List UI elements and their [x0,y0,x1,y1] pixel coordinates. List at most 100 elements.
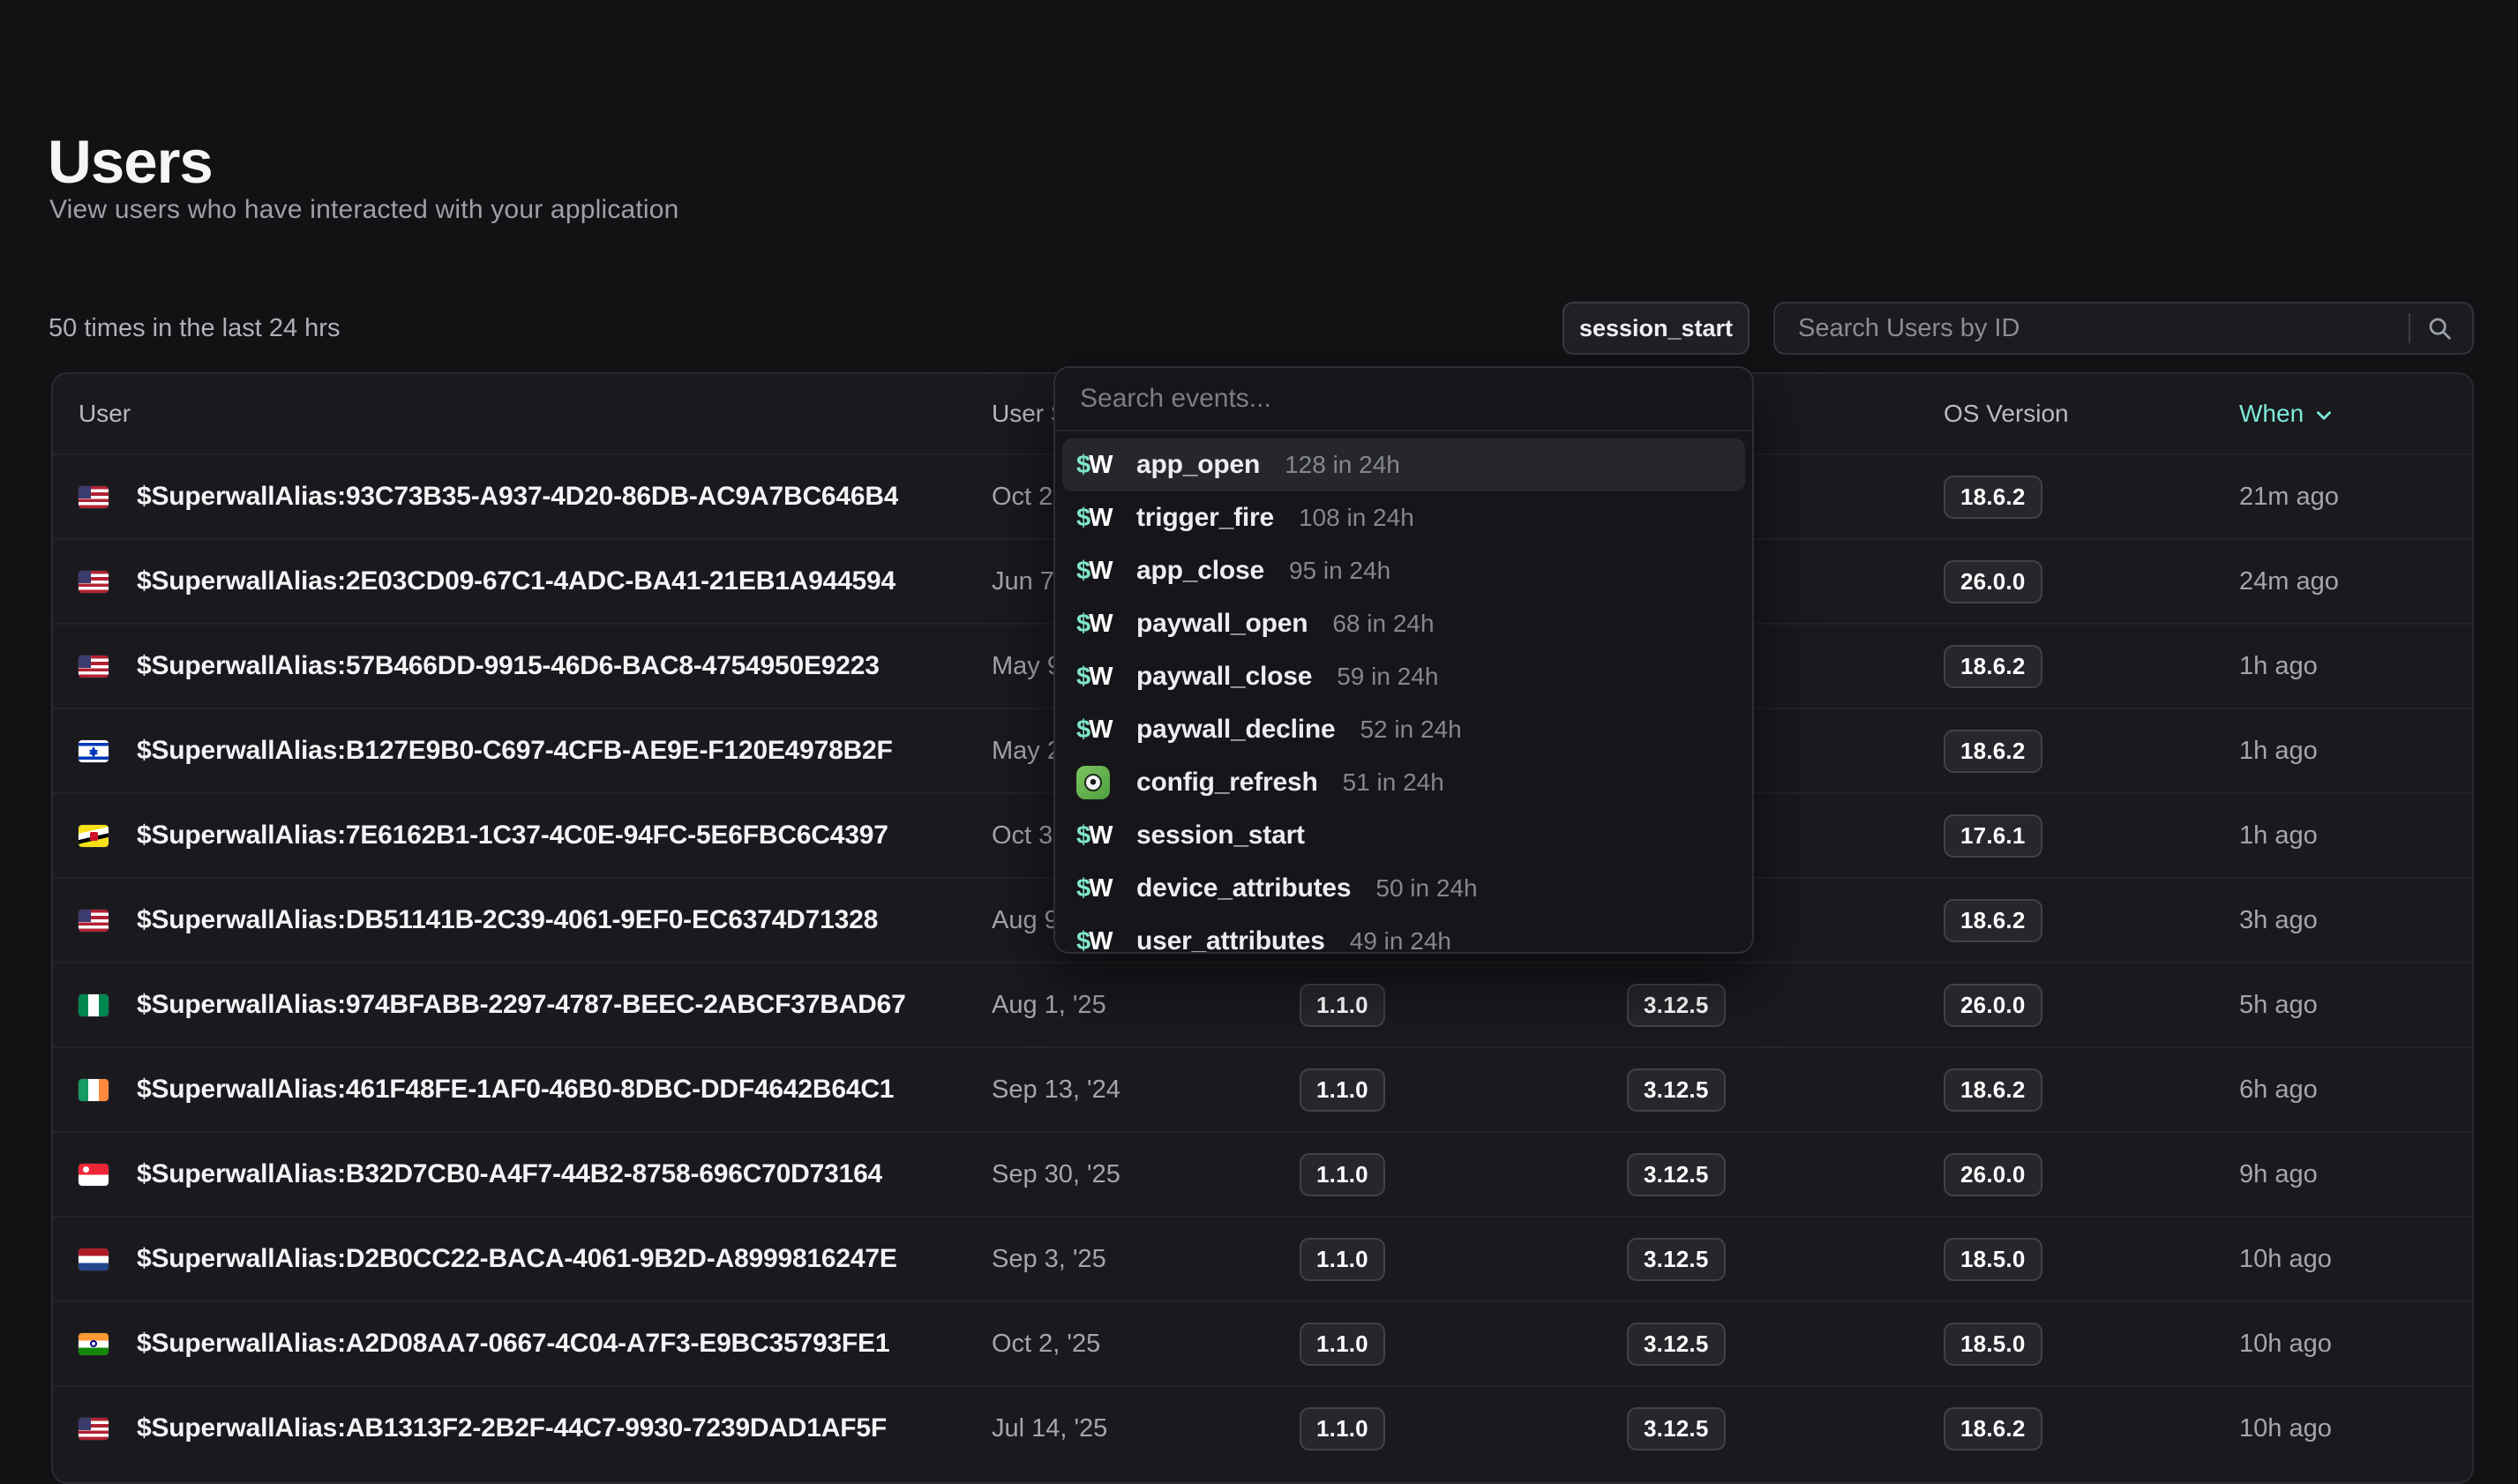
user-id: $SuperwallAlias:B32D7CB0-A4F7-44B2-8758-… [137,1159,882,1189]
event-count: 49 in 24h [1350,927,1451,954]
event-name: session_start [1136,821,1305,851]
app-logo-icon [1076,766,1115,799]
user-since: Oct 2, '25 [992,1330,1300,1359]
table-row[interactable]: $SuperwallAlias:974BFABB-2297-4787-BEEC-… [53,962,2472,1046]
os-version-badge: 26.0.0 [1944,560,2042,603]
page-title: Users [48,129,213,196]
event-option-user-attributes[interactable]: user_attributes 49 in 24h [1062,915,1745,954]
chevron-down-icon [2312,404,2335,427]
country-flag-icon [79,740,109,762]
event-count: 68 in 24h [1332,610,1434,638]
header-when-sort[interactable]: When [2239,400,2447,428]
user-id: $SuperwallAlias:93C73B35-A937-4D20-86DB-… [137,482,898,512]
superwall-event-icon [1076,557,1115,586]
user-since: Sep 13, '24 [992,1076,1300,1105]
os-version-badge: 18.5.0 [1944,1238,2042,1281]
event-name: app_close [1136,556,1264,586]
last-seen: 3h ago [2239,906,2447,935]
country-flag-icon [79,1079,109,1101]
event-count: 128 in 24h [1285,451,1400,479]
os-version-badge: 18.6.2 [1944,645,2042,688]
event-name: paywall_close [1136,662,1312,692]
user-id: $SuperwallAlias:A2D08AA7-0667-4C04-A7F3-… [137,1329,889,1359]
table-row[interactable]: $SuperwallAlias:B32D7CB0-A4F7-44B2-8758-… [53,1131,2472,1216]
country-flag-icon [79,1333,109,1355]
event-option-session-start[interactable]: session_start [1062,809,1745,862]
event-count: 95 in 24h [1289,557,1390,585]
superwall-event-icon [1076,504,1115,533]
sdk-version-badge: 3.12.5 [1627,1323,1726,1366]
os-version-badge: 18.6.2 [1944,899,2042,942]
event-count: 51 in 24h [1343,768,1444,797]
user-since: Aug 1, '25 [992,991,1300,1020]
event-search-input[interactable] [1055,384,1752,414]
user-since: Sep 30, '25 [992,1160,1300,1189]
event-option-config-refresh[interactable]: config_refresh 51 in 24h [1062,756,1745,809]
search-icon[interactable] [2426,315,2453,341]
sdk-version-badge: 3.12.5 [1627,1153,1726,1196]
event-option-trigger-fire[interactable]: trigger_fire 108 in 24h [1062,491,1745,544]
last-seen: 1h ago [2239,737,2447,766]
superwall-event-icon [1076,610,1115,639]
country-flag-icon [79,1248,109,1270]
event-option-app-open[interactable]: app_open 128 in 24h [1062,438,1745,491]
last-seen: 1h ago [2239,821,2447,851]
country-flag-icon [79,486,109,508]
event-name: paywall_open [1136,609,1308,639]
user-since: Jul 14, '25 [992,1414,1300,1443]
country-flag-icon [79,825,109,847]
user-id: $SuperwallAlias:DB51141B-2C39-4061-9EF0-… [137,905,878,935]
page-subtitle: View users who have interacted with your… [49,195,679,225]
superwall-event-icon [1076,821,1115,851]
user-id: $SuperwallAlias:7E6162B1-1C37-4C0E-94FC-… [137,821,888,851]
event-option-paywall-decline[interactable]: paywall_decline 52 in 24h [1062,703,1745,756]
event-name: app_open [1136,450,1260,480]
user-since: Sep 3, '25 [992,1245,1300,1274]
table-row[interactable]: $SuperwallAlias:AB1313F2-2B2F-44C7-9930-… [53,1385,2472,1470]
user-id: $SuperwallAlias:461F48FE-1AF0-46B0-8DBC-… [137,1075,894,1105]
country-flag-icon [79,1418,109,1440]
superwall-event-icon [1076,927,1115,955]
app-version-badge: 1.1.0 [1300,1323,1385,1366]
header-user: User [79,400,992,428]
event-option-app-close[interactable]: app_close 95 in 24h [1062,544,1745,597]
os-version-badge: 26.0.0 [1944,1153,2042,1196]
event-name: user_attributes [1136,926,1325,954]
sdk-version-badge: 3.12.5 [1627,1238,1726,1281]
last-seen: 10h ago [2239,1414,2447,1443]
event-filter-button[interactable]: session_start [1563,302,1750,355]
app-version-badge: 1.1.0 [1300,1407,1385,1450]
event-option-device-attributes[interactable]: device_attributes 50 in 24h [1062,862,1745,915]
event-search [1055,368,1752,431]
user-id: $SuperwallAlias:57B466DD-9915-46D6-BAC8-… [137,651,880,681]
os-version-badge: 17.6.1 [1944,814,2042,858]
event-count-text: 50 times in the last 24 hrs [49,302,340,355]
superwall-event-icon [1076,451,1115,480]
event-count: 50 in 24h [1375,874,1477,903]
event-count: 52 in 24h [1360,716,1461,744]
superwall-event-icon [1076,716,1115,745]
last-seen: 10h ago [2239,1330,2447,1359]
last-seen: 1h ago [2239,652,2447,681]
table-row[interactable]: $SuperwallAlias:461F48FE-1AF0-46B0-8DBC-… [53,1046,2472,1131]
event-option-paywall-open[interactable]: paywall_open 68 in 24h [1062,597,1745,650]
user-id: $SuperwallAlias:974BFABB-2297-4787-BEEC-… [137,990,906,1020]
country-flag-icon [79,994,109,1016]
country-flag-icon [79,656,109,678]
event-count: 59 in 24h [1337,663,1438,691]
last-seen: 10h ago [2239,1245,2447,1274]
app-version-badge: 1.1.0 [1300,1153,1385,1196]
os-version-badge: 18.6.2 [1944,730,2042,773]
sdk-version-badge: 3.12.5 [1627,1407,1726,1450]
user-search [1773,302,2474,355]
os-version-badge: 26.0.0 [1944,984,2042,1027]
search-input[interactable] [1775,314,2409,343]
event-option-paywall-close[interactable]: paywall_close 59 in 24h [1062,650,1745,703]
table-row[interactable]: $SuperwallAlias:A2D08AA7-0667-4C04-A7F3-… [53,1300,2472,1385]
country-flag-icon [79,1164,109,1186]
event-name: device_attributes [1136,873,1351,903]
table-row[interactable]: $SuperwallAlias:D2B0CC22-BACA-4061-9B2D-… [53,1216,2472,1300]
last-seen: 5h ago [2239,991,2447,1020]
superwall-event-icon [1076,874,1115,903]
header-os-version: OS Version [1944,400,2239,428]
